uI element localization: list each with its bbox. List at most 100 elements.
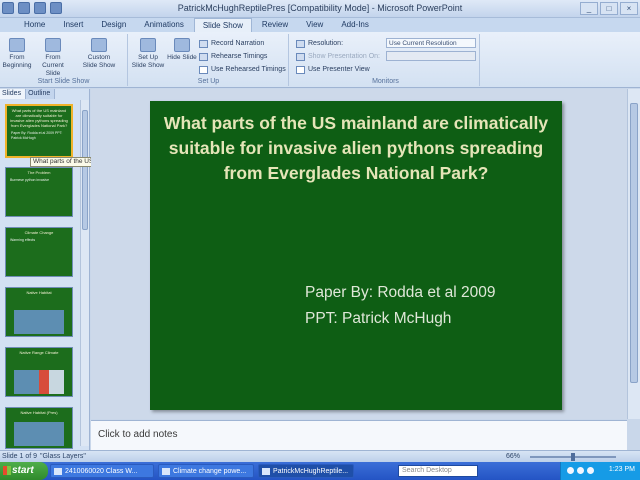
rehearse-timings-label: Rehearse Timings bbox=[211, 53, 268, 60]
maximize-button[interactable]: □ bbox=[600, 2, 618, 15]
show-presentation-on-label: Show Presentation On: bbox=[308, 53, 380, 60]
system-tray: 1:23 PM bbox=[560, 462, 640, 480]
notes-pane[interactable]: Click to add notes bbox=[91, 420, 627, 450]
from-beginning-label: From Beginning bbox=[2, 54, 32, 69]
thumbnail-body: Paper By: Rodda et al 2009 PPT: Patrick … bbox=[11, 131, 63, 140]
scrollbar-thumb[interactable] bbox=[630, 103, 638, 383]
map-thumbnail-image bbox=[14, 422, 64, 446]
taskbar-item-label: PatrickMcHughReptile... bbox=[273, 468, 349, 475]
slide-counter: Slide 1 of 9 bbox=[2, 453, 38, 460]
thumbnail-body: Warming effects bbox=[10, 238, 36, 242]
monitor-icon bbox=[296, 39, 305, 48]
pane-tabs: Slides Outline bbox=[0, 89, 89, 99]
clock[interactable]: 1:23 PM bbox=[609, 466, 635, 473]
slide-ppt-line[interactable]: PPT: Patrick McHugh bbox=[305, 310, 451, 328]
tab-view[interactable]: View bbox=[298, 18, 331, 32]
slide-thumbnail-2[interactable]: The Problem Burmese python invasive bbox=[5, 167, 73, 217]
resolution-dropdown[interactable]: Use Current Resolution bbox=[386, 38, 476, 48]
custom-show-icon bbox=[91, 38, 107, 52]
use-rehearsed-timings-label: Use Rehearsed Timings bbox=[211, 66, 286, 73]
zoom-slider-handle[interactable] bbox=[571, 453, 575, 461]
group-label-monitors: Monitors bbox=[372, 78, 399, 85]
workspace-scrollbar[interactable] bbox=[627, 89, 640, 419]
powerpoint-window: PatrickMcHughReptilePres [Compatibility … bbox=[0, 0, 640, 480]
rehearse-timings-button[interactable]: Rehearse Timings bbox=[199, 51, 267, 62]
windows-taskbar: start 2410060020 Class W... Climate chan… bbox=[0, 462, 640, 480]
zoom-level[interactable]: 66% bbox=[506, 453, 520, 460]
tab-design[interactable]: Design bbox=[93, 18, 134, 32]
slide-thumbnail-6[interactable]: Native Habitat (Pres) bbox=[5, 407, 73, 449]
security-icon[interactable] bbox=[587, 467, 594, 474]
group-monitors: Resolution: Use Current Resolution Show … bbox=[292, 34, 480, 86]
tab-insert[interactable]: Insert bbox=[55, 18, 91, 32]
slide-title[interactable]: What parts of the US mainland are climat… bbox=[160, 111, 552, 186]
resolution-label-row: Resolution: bbox=[296, 38, 343, 49]
tab-slides[interactable]: Slides bbox=[0, 89, 27, 99]
checkbox-icon bbox=[296, 65, 305, 74]
window-title: PatrickMcHughReptilePres [Compatibility … bbox=[177, 3, 463, 13]
window-controls: _ □ × bbox=[580, 2, 638, 15]
custom-slide-show-button[interactable]: Custom Slide Show bbox=[82, 38, 116, 70]
record-narration-label: Record Narration bbox=[211, 40, 265, 47]
hide-slide-button[interactable]: Hide Slide bbox=[167, 38, 197, 62]
network-icon[interactable] bbox=[567, 467, 574, 474]
start-label: start bbox=[12, 465, 34, 476]
chart-thumbnail-image bbox=[14, 370, 64, 394]
scrollbar-thumb[interactable] bbox=[82, 110, 88, 230]
use-rehearsed-timings-checkbox[interactable]: Use Rehearsed Timings bbox=[199, 64, 286, 75]
thumbnail-body: Burmese python invasive bbox=[10, 178, 50, 182]
taskbar-item-label: 2410060020 Class W... bbox=[65, 468, 138, 475]
group-label-setup: Set Up bbox=[197, 78, 220, 85]
record-narration-button[interactable]: Record Narration bbox=[199, 38, 264, 49]
taskbar-item-class-window[interactable]: 2410060020 Class W... bbox=[50, 464, 154, 478]
thumbnail-title: Native Habitat bbox=[26, 290, 52, 295]
title-bar: PatrickMcHughReptilePres [Compatibility … bbox=[0, 0, 640, 18]
use-presenter-view-label: Use Presenter View bbox=[308, 66, 370, 73]
thumbnail-title: The Problem bbox=[27, 170, 51, 175]
from-beginning-button[interactable]: From Beginning bbox=[0, 38, 34, 70]
status-bar: Slide 1 of 9 "Glass Layers" 66% bbox=[0, 450, 640, 462]
display-icon bbox=[296, 52, 305, 61]
slides-pane-scrollbar[interactable] bbox=[80, 100, 89, 446]
taskbar-item-powerpoint[interactable]: PatrickMcHughReptile... bbox=[258, 464, 354, 478]
taskbar-item-label: Climate change powe... bbox=[173, 468, 247, 475]
windows-logo-icon bbox=[3, 466, 11, 475]
slide-canvas[interactable]: What parts of the US mainland are climat… bbox=[150, 101, 562, 410]
taskbar-item-climate-change[interactable]: Climate change powe... bbox=[158, 464, 254, 478]
tab-home[interactable]: Home bbox=[16, 18, 53, 32]
start-button[interactable]: start bbox=[0, 462, 48, 480]
desktop-search-input[interactable]: Search Desktop bbox=[398, 465, 478, 477]
tab-animations[interactable]: Animations bbox=[136, 18, 192, 32]
thumbnail-title: Native Habitat (Pres) bbox=[20, 410, 58, 415]
tab-slide-show[interactable]: Slide Show bbox=[193, 18, 252, 32]
custom-show-label: Custom Slide Show bbox=[82, 54, 116, 69]
checkbox-checked-icon bbox=[199, 65, 208, 74]
thumbnail-title: What parts of the US mainland are climat… bbox=[10, 108, 68, 128]
set-up-slide-show-button[interactable]: Set Up Slide Show bbox=[131, 38, 165, 70]
slide-thumbnail-1[interactable]: What parts of the US mainland are climat… bbox=[5, 104, 73, 158]
tab-add-ins[interactable]: Add-Ins bbox=[333, 18, 377, 32]
ribbon-tabs: Home Insert Design Animations Slide Show… bbox=[0, 18, 640, 32]
hide-slide-label: Hide Slide bbox=[167, 54, 197, 61]
slide-thumbnail-4[interactable]: Native Habitat bbox=[5, 287, 73, 337]
slide-thumbnail-5[interactable]: Native Range Climate bbox=[5, 347, 73, 397]
from-current-slide-button[interactable]: From Current Slide bbox=[36, 38, 70, 78]
volume-icon[interactable] bbox=[577, 467, 584, 474]
tab-review[interactable]: Review bbox=[254, 18, 296, 32]
ribbon: From Beginning From Current Slide Custom… bbox=[0, 32, 640, 88]
slide-author-line[interactable]: Paper By: Rodda et al 2009 bbox=[305, 284, 495, 302]
powerpoint-icon bbox=[262, 468, 270, 475]
map-thumbnail-image bbox=[14, 310, 64, 334]
show-presentation-on-row: Show Presentation On: bbox=[296, 51, 380, 62]
show-presentation-dropdown[interactable] bbox=[386, 51, 476, 61]
close-button[interactable]: × bbox=[620, 2, 638, 15]
use-presenter-view-checkbox[interactable]: Use Presenter View bbox=[296, 64, 370, 75]
slide-thumbnail-3[interactable]: Climate Change Warming effects bbox=[5, 227, 73, 277]
hide-slide-icon bbox=[174, 38, 190, 52]
slideshow-icon bbox=[9, 38, 25, 52]
thumbnail-title: Climate Change bbox=[24, 230, 54, 235]
notes-placeholder: Click to add notes bbox=[98, 429, 178, 440]
browser-icon bbox=[162, 468, 170, 475]
tab-outline[interactable]: Outline bbox=[26, 89, 56, 99]
minimize-button[interactable]: _ bbox=[580, 2, 598, 15]
